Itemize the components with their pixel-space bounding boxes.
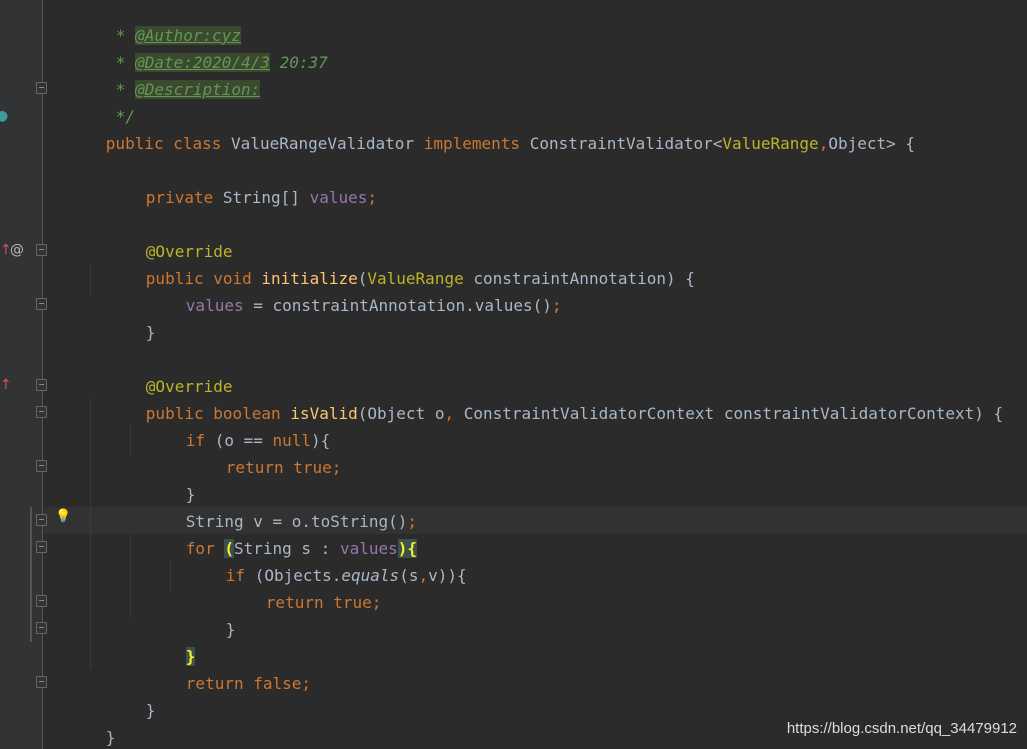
close-brace: } (105, 728, 116, 747)
code-area[interactable]: * @Author:cyz * @Date:2020/4/3 20:37 * @… (43, 0, 1027, 749)
keyword-return: return (265, 593, 324, 612)
assign-rhs: constraintAnnotation.values() (272, 296, 552, 315)
param-context: ConstraintValidatorContext constraintVal… (454, 404, 1004, 423)
semicolon: ; (301, 674, 312, 693)
field-values: values (185, 296, 244, 315)
semicolon: ; (551, 296, 562, 315)
code-line: private String[] values; (88, 157, 377, 207)
keyword-class: class (173, 134, 222, 153)
code-line: return false; (128, 643, 311, 693)
keyword-return: return (185, 674, 244, 693)
comma: , (818, 134, 829, 153)
comma: , (444, 404, 455, 423)
keyword-true: true (293, 458, 332, 477)
code-line: } (168, 589, 236, 639)
code-line: return true; (208, 562, 382, 612)
close-brace: } (225, 620, 236, 639)
code-line: @Override (88, 211, 233, 261)
close-brace: } (145, 701, 156, 720)
paren-close-brace: ) { (666, 269, 695, 288)
field-type: String[] (222, 188, 300, 207)
code-line: */ (58, 76, 135, 126)
code-line: values = constraintAnnotation.values(); (128, 265, 562, 315)
class-name: ValueRangeValidator (231, 134, 415, 153)
keyword-public: public (105, 134, 164, 153)
code-line: @Override (88, 346, 233, 396)
keyword-false: false (253, 674, 302, 693)
args-v: v)){ (428, 566, 467, 585)
semicolon: ; (331, 458, 342, 477)
code-line: * @Author:cyz (58, 0, 242, 45)
code-line: for (String s : values){ (128, 508, 418, 558)
type-param-object: Object (828, 134, 887, 153)
code-line: String v = o.toString(); (128, 481, 417, 531)
code-editor[interactable]: ● ↑ @ ↑ 💡 * @Author:cyz * @Date:2020/4/3… (0, 0, 1027, 749)
args-s: (s (399, 566, 419, 585)
code-line: } (48, 697, 116, 747)
semicolon: ; (367, 188, 378, 207)
comma: , (418, 566, 429, 585)
code-line: public class ValueRangeValidator impleme… (48, 103, 915, 153)
code-line: } (88, 292, 156, 342)
implements-marker-icon[interactable]: ● (0, 109, 8, 123)
close-brace: } (145, 323, 156, 342)
change-marker (30, 507, 32, 642)
code-line: * @Description: (58, 49, 261, 99)
doc-description-tag: @Description: (135, 80, 261, 99)
keyword-return: return (225, 458, 284, 477)
code-line: public boolean isValid(Object o, Constra… (88, 373, 1003, 423)
param-object: (Object o (357, 404, 445, 423)
code-line: } (128, 454, 196, 504)
field-name: values (309, 188, 368, 207)
generic-close-brace: > { (886, 134, 916, 153)
interface-name: ConstraintValidator (529, 134, 713, 153)
code-line: if (o == null){ (128, 400, 331, 450)
type-param-valuerange: ValueRange (722, 134, 819, 153)
watermark: https://blog.csdn.net/qq_34479912 (786, 720, 1017, 737)
editor-gutter[interactable]: ● ↑ @ ↑ (0, 0, 47, 749)
doc-date-time: 20:37 (269, 53, 328, 72)
code-line: return true; (168, 427, 342, 477)
keyword-private: private (145, 188, 214, 207)
semicolon: ; (371, 593, 382, 612)
code-line: } (128, 616, 196, 666)
assign-op: = (243, 296, 273, 315)
annotation-at-icon[interactable]: @ (10, 243, 24, 257)
code-line: if (Objects.equals(s,v)){ (168, 535, 467, 585)
keyword-implements: implements (423, 134, 521, 153)
code-line: } (88, 670, 156, 720)
override-arrow-icon[interactable]: ↑ (0, 378, 12, 392)
code-line: * @Date:2020/4/3 20:37 (58, 22, 328, 72)
keyword-true: true (333, 593, 372, 612)
generic-open: < (712, 134, 723, 153)
code-line: public void initialize(ValueRange constr… (88, 238, 695, 288)
